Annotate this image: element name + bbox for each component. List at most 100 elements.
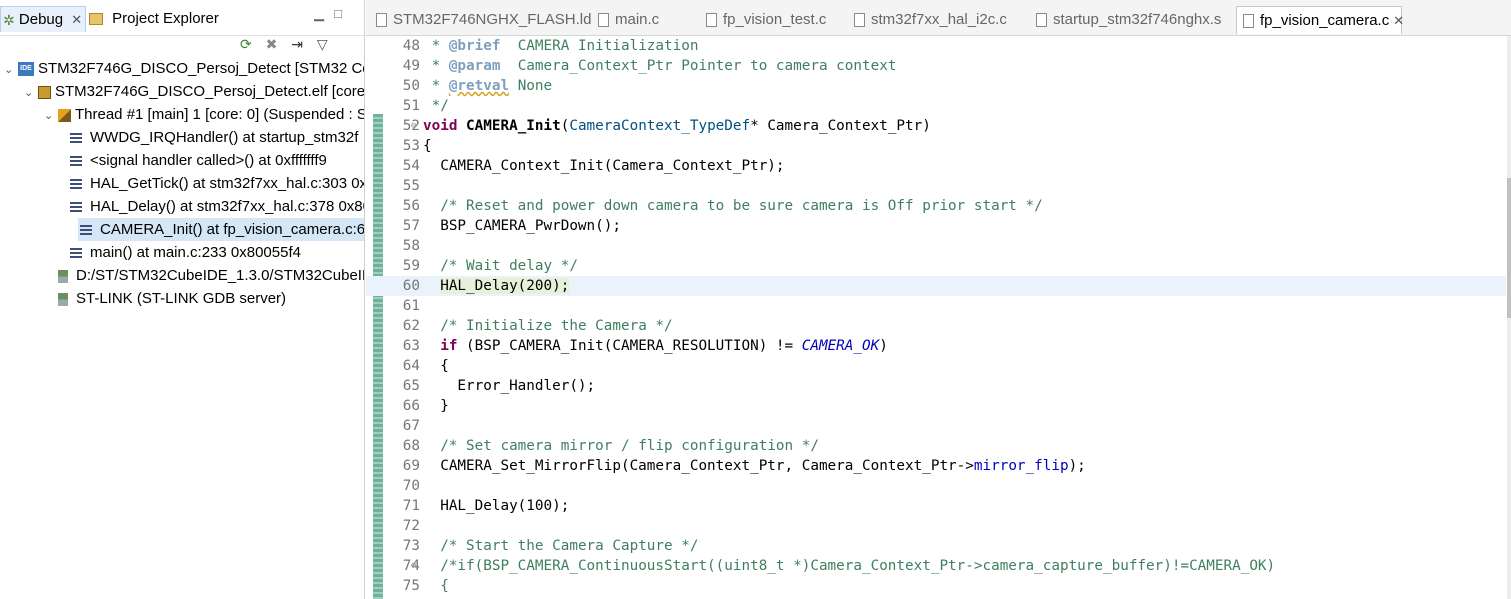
- tree-item[interactable]: ⌄ IDE STM32F746G_DISCO_Persoj_Detect [STM3…: [4, 57, 364, 82]
- code-line[interactable]: 49 * @param Camera_Context_Ptr Pointer t…: [366, 56, 1506, 76]
- line-number: 54: [402, 158, 420, 174]
- tree-item[interactable]: ⌄ STM32F746G_DISCO_Persoj_Detect.elf [cor…: [24, 80, 364, 105]
- code-line[interactable]: 69 CAMERA_Set_MirrorFlip(Camera_Context_…: [366, 456, 1506, 476]
- code-line[interactable]: 71 HAL_Delay(100);: [366, 496, 1506, 516]
- code-text: /* Reset and power down camera to be sur…: [440, 198, 1043, 214]
- code-line[interactable]: 68 /* Set camera mirror / flip configura…: [366, 436, 1506, 456]
- code-line[interactable]: 60 HAL_Delay(200);: [366, 276, 1506, 296]
- line-number: 48: [402, 38, 420, 54]
- editor-tab-label: startup_stm32f746nghx.s: [1053, 11, 1222, 28]
- code-line[interactable]: 63 if (BSP_CAMERA_Init(CAMERA_RESOLUTION…: [366, 336, 1506, 356]
- view-menu-icon[interactable]: ▽: [317, 36, 328, 53]
- code-line[interactable]: 58: [366, 236, 1506, 256]
- tree-item-label: Thread #1 [main] 1 [core: 0] (Suspended …: [75, 106, 365, 123]
- tree-item-label: CAMERA_Init() at fp_vision_camera.c:60: [100, 221, 365, 238]
- stack-frame-icon: [70, 179, 82, 190]
- code-text: }: [423, 398, 449, 414]
- code-line[interactable]: 70: [366, 476, 1506, 496]
- tree-item-label: ST-LINK (ST-LINK GDB server): [76, 290, 287, 307]
- code-line[interactable]: 51 */: [366, 96, 1506, 116]
- tree-item[interactable]: WWDG_IRQHandler() at startup_stm32f: [70, 126, 358, 149]
- ide-icon: IDE: [18, 62, 34, 77]
- minimize-icon[interactable]: ▁: [314, 6, 334, 21]
- editor-tab[interactable]: STM32F746NGHX_FLASH.ld: [370, 6, 591, 34]
- code-line[interactable]: 48 * @brief CAMERA Initialization: [366, 36, 1506, 56]
- code-line[interactable]: 73 /* Start the Camera Capture */: [366, 536, 1506, 556]
- tab-project-explorer[interactable]: Project Explorer: [89, 6, 219, 32]
- file-icon: [376, 13, 387, 28]
- code-text: HAL_Delay(100);: [423, 498, 570, 514]
- chevron-down-icon[interactable]: ⌄: [24, 82, 38, 105]
- editor-tab[interactable]: fp_vision_camera.c ✕: [1236, 6, 1404, 34]
- process-icon: [58, 292, 68, 306]
- vertical-scrollbar-thumb[interactable]: [1507, 178, 1511, 318]
- code-line[interactable]: 59 /* Wait delay */: [366, 256, 1506, 276]
- line-number: 67: [402, 418, 420, 434]
- resume-icon[interactable]: ⟳: [240, 36, 252, 53]
- tree-item[interactable]: <signal handler called>() at 0xfffffff9: [70, 149, 327, 172]
- code-line[interactable]: 66 }: [366, 396, 1506, 416]
- chevron-down-icon[interactable]: ⌄: [44, 105, 58, 128]
- code-line[interactable]: 62 /* Initialize the Camera */: [366, 316, 1506, 336]
- thread-icon: [58, 108, 71, 122]
- tree-item-label: <signal handler called>() at 0xfffffff9: [90, 152, 327, 169]
- code-text: /* Initialize the Camera */: [440, 318, 673, 334]
- code-line[interactable]: 75 {: [366, 576, 1506, 596]
- code-line[interactable]: 53{: [366, 136, 1506, 156]
- elf-icon: [38, 85, 51, 99]
- tree-item[interactable]: main() at main.c:233 0x80055f4: [70, 241, 301, 264]
- tree-item-label: HAL_Delay() at stm32f7xx_hal.c:378 0x80: [90, 198, 365, 215]
- remove-terminated-icon[interactable]: ✖: [266, 36, 278, 53]
- editor-tab[interactable]: stm32f7xx_hal_i2c.c: [848, 6, 1022, 34]
- code-text: * @brief CAMERA Initialization: [431, 38, 699, 54]
- fold-collapse-icon[interactable]: ⊖: [411, 116, 416, 136]
- tree-item[interactable]: ⌄ Thread #1 [main] 1 [core: 0] (Suspended…: [44, 103, 365, 128]
- code-line[interactable]: 57 BSP_CAMERA_PwrDown();: [366, 216, 1506, 236]
- code-line[interactable]: 52 ⊖ void CAMERA_Init(CameraContext_TypeDe…: [366, 116, 1506, 136]
- tree-item[interactable]: D:/ST/STM32CubeIDE_1.3.0/STM32CubeIDE/p: [24, 264, 364, 287]
- chevron-down-icon[interactable]: ⌄: [4, 59, 18, 82]
- code-line[interactable]: 67: [366, 416, 1506, 436]
- code-line[interactable]: 56 /* Reset and power down camera to be …: [366, 196, 1506, 216]
- code-text: * @retval None: [431, 78, 553, 94]
- file-icon: [1036, 13, 1047, 28]
- close-icon[interactable]: ✕: [71, 12, 82, 27]
- tab-project-explorer-label: Project Explorer: [112, 10, 219, 27]
- editor-tab[interactable]: startup_stm32f746nghx.s: [1030, 6, 1226, 34]
- folder-icon: [89, 13, 103, 26]
- close-icon[interactable]: ✕: [1393, 13, 1404, 28]
- editor-tab[interactable]: main.c: [592, 6, 692, 34]
- line-number: 70: [402, 478, 420, 494]
- tree-item[interactable]: CAMERA_Init() at fp_vision_camera.c:60: [78, 218, 364, 241]
- stack-frame-icon: [80, 225, 92, 236]
- left-tab-bar: ✲ Debug ✕ Project Explorer ▁□: [0, 0, 364, 36]
- code-line[interactable]: 72: [366, 516, 1506, 536]
- tree-item[interactable]: HAL_Delay() at stm32f7xx_hal.c:378 0x80: [70, 195, 365, 218]
- editor-tab[interactable]: fp_vision_test.c: [700, 6, 840, 34]
- code-text: void CAMERA_Init(CameraContext_TypeDef* …: [423, 118, 931, 134]
- line-number: 63: [402, 338, 420, 354]
- file-icon: [598, 13, 609, 28]
- code-line[interactable]: 55: [366, 176, 1506, 196]
- line-number: 55: [402, 178, 420, 194]
- tree-item[interactable]: HAL_GetTick() at stm32f7xx_hal.c:303 0x: [70, 172, 364, 195]
- code-line[interactable]: 54 CAMERA_Context_Init(Camera_Context_Pt…: [366, 156, 1506, 176]
- maximize-icon[interactable]: □: [334, 6, 352, 21]
- line-number: 56: [402, 198, 420, 214]
- code-editor: STM32F746NGHX_FLASH.ld main.c fp_vision_te…: [366, 0, 1511, 599]
- tree-item[interactable]: ST-LINK (ST-LINK GDB server): [24, 287, 286, 310]
- editor-tab-label: fp_vision_camera.c: [1260, 12, 1390, 29]
- code-line[interactable]: 64 {: [366, 356, 1506, 376]
- code-text: CAMERA_Set_MirrorFlip(Camera_Context_Ptr…: [423, 458, 1086, 474]
- code-line[interactable]: 65 Error_Handler();: [366, 376, 1506, 396]
- tab-debug[interactable]: ✲ Debug ✕: [0, 6, 86, 32]
- code-text: /* Start the Camera Capture */: [440, 538, 699, 554]
- code-text: {: [423, 358, 449, 374]
- line-number: 62: [402, 318, 420, 334]
- code-line[interactable]: 50 * @retval None: [366, 76, 1506, 96]
- step-into-icon[interactable]: ⇥: [291, 36, 303, 53]
- line-number: 51: [402, 98, 420, 114]
- code-line[interactable]: 74 ⊖ /*if(BSP_CAMERA_ContinuousStart((uin…: [366, 556, 1506, 576]
- fold-collapse-icon[interactable]: ⊖: [411, 556, 416, 576]
- code-line[interactable]: 61: [366, 296, 1506, 316]
